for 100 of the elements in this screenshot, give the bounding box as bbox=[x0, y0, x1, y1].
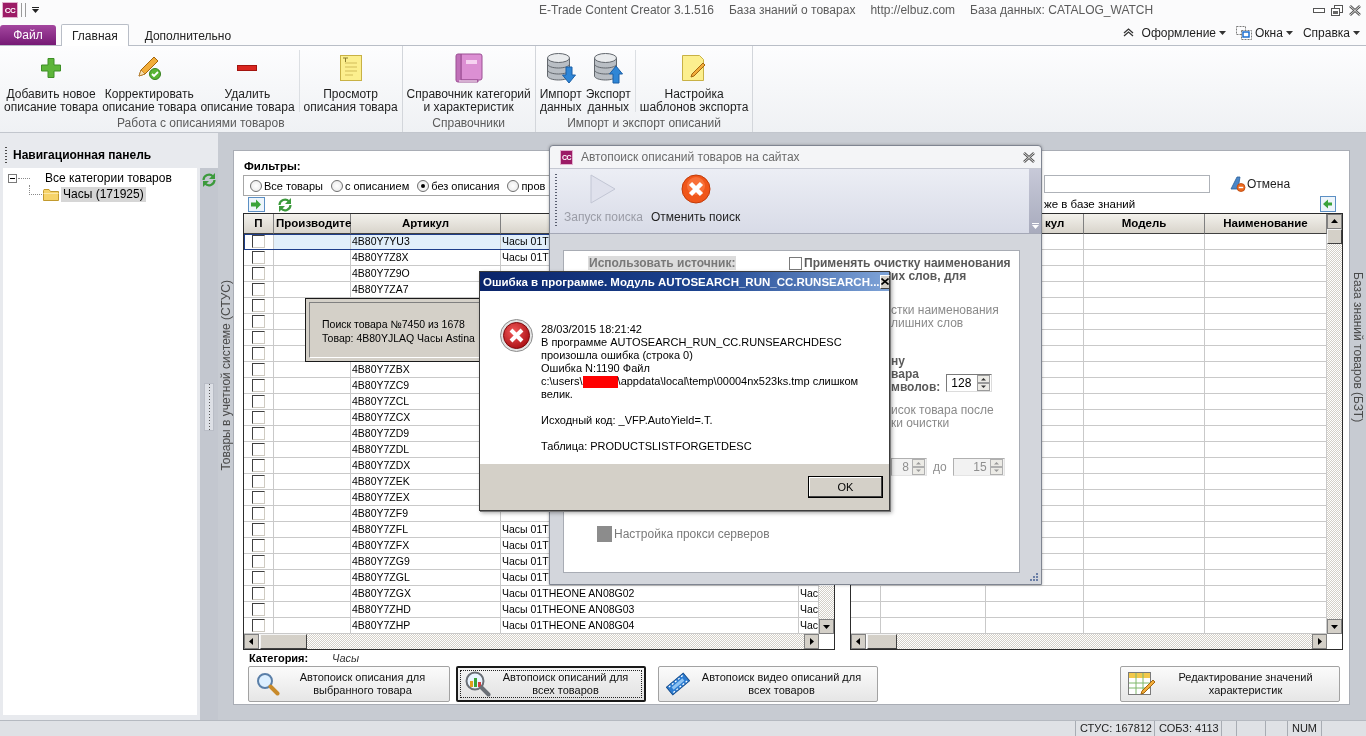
vertical-scrollbar[interactable] bbox=[819, 586, 834, 634]
side-panel-label[interactable]: Товары в учетной системе (СТУС) bbox=[218, 280, 233, 471]
action-button[interactable]: Автопоиск видео описаний для всех товаров bbox=[658, 666, 878, 702]
arrow-left-icon[interactable] bbox=[851, 634, 866, 649]
collapse-icon[interactable] bbox=[8, 174, 17, 183]
menu-button[interactable]: Окна bbox=[1234, 25, 1295, 40]
table-row[interactable]: 4B80Y7ZGX Часы 01THEONE AN08G02 Час bbox=[244, 586, 819, 602]
menu-button[interactable]: Оформление bbox=[1139, 25, 1229, 40]
checkbox[interactable] bbox=[252, 331, 265, 344]
column-header[interactable]: кул bbox=[1043, 214, 1084, 234]
ribbon-button[interactable]: Импорт данных bbox=[537, 46, 584, 116]
checkbox[interactable] bbox=[252, 251, 265, 264]
ribbon-button[interactable]: Добавить новое описание товара bbox=[2, 46, 101, 116]
toolbar-button[interactable]: Отменить поиск bbox=[646, 169, 745, 233]
ribbon-button[interactable]: Просмотр описания товара bbox=[301, 46, 400, 116]
arrow-right-icon[interactable] bbox=[804, 634, 819, 649]
close-icon[interactable] bbox=[1349, 4, 1361, 16]
checkbox[interactable] bbox=[252, 475, 265, 488]
checkbox[interactable] bbox=[252, 427, 265, 440]
checkbox[interactable] bbox=[252, 507, 265, 520]
arrow-right-icon[interactable] bbox=[1312, 634, 1327, 649]
side-panel-label[interactable]: База знаний товаров (БЗТ) bbox=[1351, 272, 1365, 423]
checkbox[interactable] bbox=[252, 619, 265, 632]
checkbox[interactable] bbox=[252, 571, 265, 584]
radio-icon[interactable] bbox=[417, 179, 430, 192]
arrow-down-icon[interactable] bbox=[1327, 619, 1342, 634]
minimize-icon[interactable] bbox=[1313, 7, 1325, 13]
caret-down-icon[interactable] bbox=[32, 7, 39, 13]
checkbox[interactable] bbox=[252, 443, 265, 456]
ok-button[interactable]: OK bbox=[808, 476, 883, 498]
checkbox[interactable] bbox=[252, 379, 265, 392]
checkbox[interactable] bbox=[252, 539, 265, 552]
title-text: База знаний о товарах bbox=[729, 3, 856, 17]
radio-icon[interactable] bbox=[250, 179, 262, 192]
checkbox[interactable] bbox=[252, 603, 265, 616]
product-name: Часы 01T bbox=[502, 555, 549, 567]
horizontal-scrollbar[interactable] bbox=[244, 634, 819, 649]
arrow-down-icon[interactable] bbox=[819, 619, 834, 634]
checkbox[interactable] bbox=[252, 523, 265, 536]
checkbox[interactable] bbox=[252, 299, 265, 312]
table-row[interactable]: 4B80Y7ZHD Часы 01THEONE AN08G03 Час bbox=[244, 602, 819, 618]
arrow-up-icon[interactable] bbox=[1327, 214, 1342, 229]
close-button[interactable] bbox=[879, 274, 890, 289]
column-header[interactable]: П bbox=[244, 214, 274, 234]
table-pencil-icon bbox=[1128, 670, 1156, 698]
checkbox[interactable] bbox=[252, 235, 265, 248]
checkbox[interactable] bbox=[252, 283, 265, 296]
scroll-thumb[interactable] bbox=[1327, 229, 1342, 244]
article-code: 4B80Y7ZEK bbox=[352, 475, 410, 487]
close-icon[interactable] bbox=[1023, 151, 1035, 163]
checkbox[interactable] bbox=[252, 315, 265, 328]
scroll-thumb[interactable] bbox=[260, 634, 307, 649]
column-header[interactable]: Производите bbox=[274, 214, 351, 234]
ribbon-button[interactable]: Экспорт данных bbox=[583, 46, 633, 116]
tree-item[interactable]: Все категории товаров bbox=[43, 171, 174, 186]
column-header[interactable]: Наименование bbox=[1205, 214, 1327, 234]
restore-icon[interactable] bbox=[1331, 4, 1343, 16]
ribbon-button[interactable]: Удалить описание товара bbox=[198, 46, 297, 116]
radio-icon[interactable] bbox=[507, 179, 520, 192]
column-header[interactable]: Артикул bbox=[351, 214, 501, 234]
vertical-scrollbar[interactable] bbox=[1327, 214, 1342, 634]
checkbox[interactable] bbox=[252, 587, 265, 600]
scroll-thumb[interactable] bbox=[867, 634, 897, 649]
horizontal-scrollbar[interactable] bbox=[851, 634, 1327, 649]
number-field[interactable]: 128 bbox=[946, 374, 993, 392]
file-menu-button[interactable]: Файл bbox=[0, 25, 56, 45]
action-button[interactable]: Редактирование значений характеристик bbox=[1120, 666, 1340, 702]
checkbox[interactable] bbox=[252, 347, 265, 360]
splitter-handle[interactable] bbox=[204, 383, 214, 431]
radio-icon[interactable] bbox=[330, 179, 343, 192]
checkbox[interactable] bbox=[252, 491, 265, 504]
radio-option[interactable]: с описанием bbox=[330, 179, 410, 192]
checkbox[interactable] bbox=[252, 459, 265, 472]
ribbon-button[interactable]: Настройка шаблонов экспорта bbox=[637, 46, 751, 116]
ribbon-button[interactable]: Корректировать описание товара bbox=[100, 46, 199, 116]
checkbox[interactable] bbox=[789, 256, 802, 270]
cancel-button[interactable]: Отмена bbox=[1230, 176, 1291, 192]
ribbon-button[interactable]: Справочник категорий и характеристик bbox=[404, 46, 533, 116]
radio-option[interactable]: Все товары bbox=[250, 179, 323, 192]
radio-option[interactable]: пров bbox=[507, 179, 546, 192]
resize-grip-icon[interactable] bbox=[1030, 573, 1038, 581]
menu-button[interactable]: Справка bbox=[1300, 25, 1362, 40]
checkbox[interactable] bbox=[252, 555, 265, 568]
tree-item[interactable]: Часы (171925) bbox=[61, 187, 146, 202]
arrow-left-icon[interactable] bbox=[244, 634, 259, 649]
ribbon-tab[interactable]: Главная bbox=[61, 24, 129, 46]
column-header[interactable]: Модель bbox=[1084, 214, 1205, 234]
checkbox[interactable] bbox=[252, 363, 265, 376]
checkbox[interactable] bbox=[252, 411, 265, 424]
radio-option[interactable]: без описания bbox=[417, 179, 500, 192]
refresh-icon[interactable] bbox=[277, 196, 293, 213]
action-button[interactable]: Автопоиск описания для выбранного товара bbox=[248, 666, 450, 702]
export-icon[interactable] bbox=[248, 197, 265, 212]
checkbox[interactable] bbox=[252, 395, 265, 408]
action-button[interactable]: Автопоиск описаний для всех товаров bbox=[456, 666, 646, 702]
spin-arrows-icon[interactable] bbox=[977, 375, 991, 391]
search-field[interactable] bbox=[1044, 175, 1210, 193]
checkbox[interactable] bbox=[252, 267, 265, 280]
chevron-up-icon[interactable] bbox=[1122, 28, 1134, 37]
ribbon-tab[interactable]: Дополнительно bbox=[133, 25, 243, 46]
